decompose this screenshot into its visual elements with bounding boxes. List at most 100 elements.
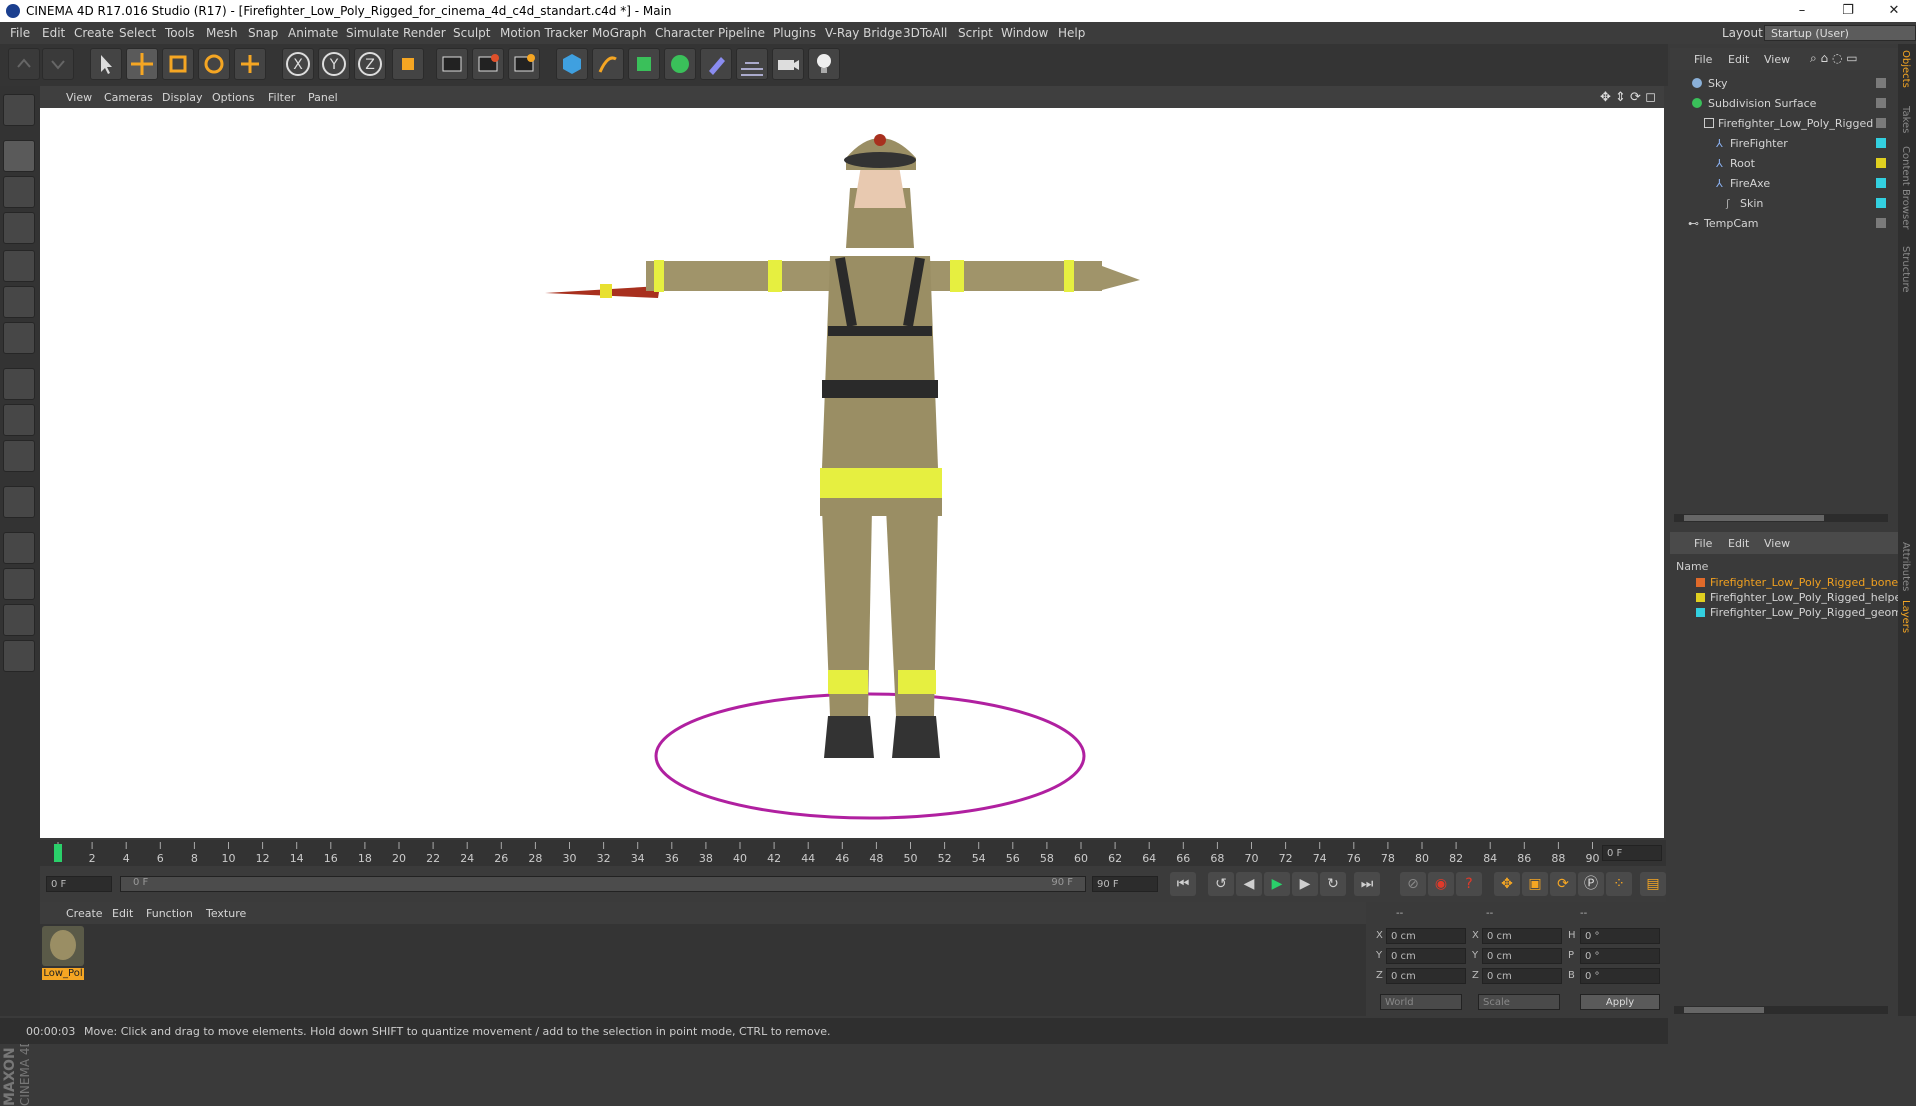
tab-layers[interactable]: Layers: [1900, 600, 1911, 633]
coord-scale-select[interactable]: Scale: [1478, 994, 1560, 1010]
layer-menu-view[interactable]: View: [1764, 537, 1790, 550]
menu-create[interactable]: Create: [74, 26, 114, 40]
layout-select[interactable]: Startup (User): [1764, 25, 1916, 41]
scrollbar-thumb[interactable]: [1684, 1007, 1764, 1013]
object-menu-view[interactable]: View: [1764, 53, 1790, 66]
key-position-icon[interactable]: ✥: [1494, 872, 1520, 896]
layer-menu-file[interactable]: File: [1694, 537, 1712, 550]
go-to-end-icon[interactable]: ⏭: [1354, 872, 1380, 896]
key-scale-icon[interactable]: ▣: [1522, 872, 1548, 896]
maximize-button[interactable]: ❐: [1828, 2, 1868, 20]
menu-3dtoall[interactable]: 3DToAll: [903, 26, 947, 40]
viewport-menu-filter[interactable]: Filter: [268, 91, 295, 104]
current-frame-field[interactable]: 0 F: [1602, 845, 1662, 861]
menu-render[interactable]: Render: [403, 26, 446, 40]
redo-icon[interactable]: [42, 48, 74, 80]
object-row-tempcam[interactable]: ⊷ TempCam: [1670, 214, 1898, 234]
menu-motion-tracker[interactable]: Motion Tracker: [500, 26, 588, 40]
select-arrow-icon[interactable]: [90, 48, 122, 80]
menu-plugins[interactable]: Plugins: [773, 26, 816, 40]
menu-character[interactable]: Character: [655, 26, 714, 40]
render-view-icon[interactable]: [436, 48, 468, 80]
material-menu-edit[interactable]: Edit: [112, 907, 133, 920]
solo-mode-icon[interactable]: [3, 440, 35, 472]
cloner-icon[interactable]: [664, 48, 696, 80]
record-off-icon[interactable]: ⊘: [1400, 872, 1426, 896]
layer-color-swatch[interactable]: [1696, 608, 1705, 617]
material-menu-function[interactable]: Function: [146, 907, 193, 920]
object-menu-file[interactable]: File: [1694, 53, 1712, 66]
y-axis-lock-icon[interactable]: Y: [318, 48, 350, 80]
snap-icon[interactable]: [3, 486, 35, 518]
preview-range-slider[interactable]: 0 F 90 F: [120, 876, 1086, 892]
coord-size-x[interactable]: 0 cm: [1482, 928, 1562, 944]
close-button[interactable]: ✕: [1874, 2, 1914, 20]
light-icon[interactable]: [808, 48, 840, 80]
object-layer-swatch[interactable]: [1876, 198, 1886, 208]
object-layer-swatch[interactable]: [1876, 78, 1886, 88]
playhead[interactable]: [54, 844, 62, 862]
layer-color-swatch[interactable]: [1696, 593, 1705, 602]
render-picture-viewer-icon[interactable]: [472, 48, 504, 80]
timeline-ruler[interactable]: 0246810121416182022242628303234363840424…: [40, 840, 1666, 866]
menu-animate[interactable]: Animate: [288, 26, 338, 40]
coordinate-system-icon[interactable]: [392, 48, 424, 80]
previous-key-icon[interactable]: ↺: [1208, 872, 1234, 896]
object-manager-search-icon[interactable]: ⌕ ⌂ ◌ ▭: [1810, 51, 1858, 66]
edges-mode-icon[interactable]: [3, 286, 35, 318]
end-frame-field[interactable]: 90 F: [1092, 876, 1158, 892]
material-swatch[interactable]: Low_Pol: [42, 926, 84, 980]
menu-simulate[interactable]: Simulate: [346, 26, 399, 40]
tab-objects[interactable]: Objects: [1900, 50, 1911, 88]
key-rotation-icon[interactable]: ⟳: [1550, 872, 1576, 896]
points-mode-icon[interactable]: [3, 250, 35, 282]
previous-frame-icon[interactable]: ◀: [1236, 872, 1262, 896]
z-axis-lock-icon[interactable]: Z: [354, 48, 386, 80]
move-tool-icon[interactable]: [126, 48, 158, 80]
x-axis-lock-icon[interactable]: X: [282, 48, 314, 80]
minimize-button[interactable]: –: [1782, 2, 1822, 20]
coord-position-y[interactable]: 0 cm: [1386, 948, 1466, 964]
key-parameter-icon[interactable]: Ⓟ: [1578, 872, 1604, 896]
menu-window[interactable]: Window: [1001, 26, 1048, 40]
key-pla-icon[interactable]: ⁘: [1606, 872, 1632, 896]
model-mode-icon[interactable]: [3, 140, 35, 172]
object-row-sky[interactable]: Sky: [1670, 74, 1898, 94]
menu-help[interactable]: Help: [1058, 26, 1085, 40]
object-layer-swatch[interactable]: [1876, 138, 1886, 148]
menu-file[interactable]: File: [10, 26, 30, 40]
floor-icon[interactable]: [736, 48, 768, 80]
rotate-tool-icon[interactable]: [198, 48, 230, 80]
live-select-icon[interactable]: [234, 48, 266, 80]
coord-position-x[interactable]: 0 cm: [1386, 928, 1466, 944]
tab-attributes[interactable]: Attributes: [1900, 542, 1911, 591]
object-layer-swatch[interactable]: [1876, 218, 1886, 228]
viewport-menu-view[interactable]: View: [66, 91, 92, 104]
next-key-icon[interactable]: ↻: [1320, 872, 1346, 896]
play-icon[interactable]: ▶: [1264, 872, 1290, 896]
record-keys-icon[interactable]: ◉: [1428, 872, 1454, 896]
viewport-menu-cameras[interactable]: Cameras: [104, 91, 153, 104]
start-frame-field[interactable]: 0 F: [46, 876, 112, 892]
menu-tools[interactable]: Tools: [165, 26, 195, 40]
menu-mesh[interactable]: Mesh: [206, 26, 238, 40]
coord-position-z[interactable]: 0 cm: [1386, 968, 1466, 984]
tab-takes[interactable]: Takes: [1900, 106, 1911, 133]
material-menu-create[interactable]: Create: [66, 907, 103, 920]
coord-size-y[interactable]: 0 cm: [1482, 948, 1562, 964]
python-script-2-icon[interactable]: [3, 640, 35, 672]
object-menu-edit[interactable]: Edit: [1728, 53, 1749, 66]
timeline-window-icon[interactable]: ▤: [1640, 872, 1666, 896]
apply-button[interactable]: Apply: [1580, 994, 1660, 1010]
scrollbar-thumb[interactable]: [1684, 515, 1824, 521]
auto-keying-icon[interactable]: ?: [1456, 872, 1482, 896]
menu-edit[interactable]: Edit: [42, 26, 65, 40]
texture-mode-icon[interactable]: [3, 176, 35, 208]
3d-viewport[interactable]: [40, 108, 1664, 838]
object-row-firefighter[interactable]: ⅄ FireFighter: [1670, 134, 1898, 154]
go-to-start-icon[interactable]: ⏮: [1170, 872, 1196, 896]
pen-spline-icon[interactable]: [592, 48, 624, 80]
object-row-root[interactable]: ⅄ Root: [1670, 154, 1898, 174]
menu-sculpt[interactable]: Sculpt: [453, 26, 490, 40]
viewport-menu-options[interactable]: Options: [212, 91, 254, 104]
